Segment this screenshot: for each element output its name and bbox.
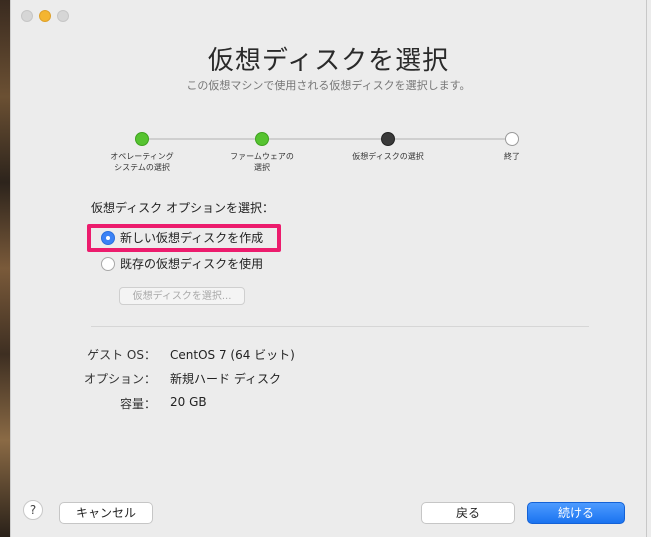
info-key-capacity: 容量： bbox=[119, 397, 156, 411]
zoom-window-button[interactable] bbox=[57, 10, 69, 22]
radio-use-existing[interactable]: 既存の仮想ディスクを使用 bbox=[101, 255, 263, 272]
radio-use-existing-label: 既存の仮想ディスクを使用 bbox=[120, 257, 264, 271]
radio-create-new[interactable]: 新しい仮想ディスクを作成 bbox=[101, 229, 263, 246]
step-label-os: オペレーティング システムの選択 bbox=[110, 152, 174, 172]
step-dot-firmware bbox=[255, 132, 269, 146]
info-value-guest-os: CentOS 7 (64 ビット) bbox=[170, 348, 295, 362]
help-button[interactable]: ? bbox=[23, 500, 43, 520]
info-key-option: オプション： bbox=[83, 372, 156, 386]
step-dot-disk bbox=[381, 132, 395, 146]
page-subtitle: この仮想マシンで使用される仮想ディスクを選択します。 bbox=[186, 79, 471, 92]
step-label-finish: 終了 bbox=[504, 152, 520, 161]
step-connector bbox=[395, 138, 505, 140]
page-title: 仮想ディスクを選択 bbox=[207, 46, 450, 76]
continue-button[interactable]: 続ける bbox=[527, 502, 625, 524]
step-connector bbox=[149, 138, 255, 140]
divider bbox=[91, 326, 589, 327]
step-connector bbox=[269, 138, 381, 140]
step-label-disk: 仮想ディスクの選択 bbox=[352, 152, 424, 161]
radio-create-new-label: 新しい仮想ディスクを作成 bbox=[120, 231, 264, 245]
assistant-window: 仮想ディスクを選択 この仮想マシンで使用される仮想ディスクを選択します。 オペレ… bbox=[10, 0, 647, 537]
step-dot-finish bbox=[505, 132, 519, 146]
info-value-option: 新規ハード ディスク bbox=[170, 372, 281, 386]
radio-unselected-icon[interactable] bbox=[101, 256, 115, 271]
choose-disk-button: 仮想ディスクを選択... bbox=[119, 287, 245, 305]
disk-options-heading: 仮想ディスク オプションを選択： bbox=[91, 201, 274, 215]
step-label-firmware: ファームウェアの 選択 bbox=[230, 152, 294, 172]
minimize-window-button[interactable] bbox=[39, 10, 51, 22]
desktop-background bbox=[0, 0, 10, 537]
back-button[interactable]: 戻る bbox=[421, 502, 515, 524]
info-key-guest-os: ゲスト OS： bbox=[87, 348, 156, 362]
step-dot-os bbox=[135, 132, 149, 146]
close-window-button[interactable] bbox=[21, 10, 33, 22]
radio-selected-icon[interactable] bbox=[101, 230, 115, 245]
info-value-capacity: 20 GB bbox=[170, 395, 207, 409]
cancel-button[interactable]: キャンセル bbox=[59, 502, 153, 524]
